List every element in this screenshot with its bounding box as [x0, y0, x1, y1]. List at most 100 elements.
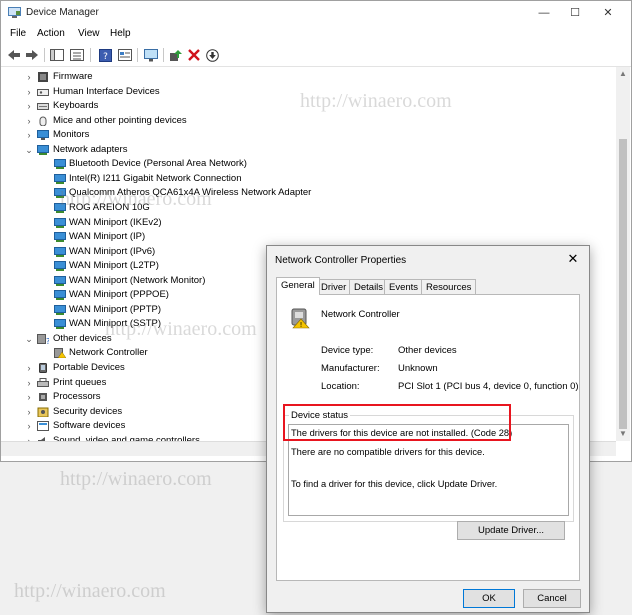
- back-button[interactable]: [6, 47, 22, 63]
- menu-view[interactable]: View: [78, 28, 100, 39]
- vertical-scrollbar[interactable]: ▲ ▼: [616, 67, 630, 441]
- svg-text:?: ?: [46, 337, 49, 344]
- menu-file[interactable]: File: [10, 28, 26, 39]
- tree-item[interactable]: › Firmware: [1, 70, 601, 85]
- monitor-icon: [37, 130, 49, 141]
- update-driver-icon: [170, 49, 182, 61]
- tree-item-label: Bluetooth Device (Personal Area Network): [69, 158, 247, 170]
- tree-item[interactable]: › Human Interface Devices: [1, 85, 601, 100]
- firmware-icon: [38, 72, 48, 82]
- chevron-right-icon[interactable]: ›: [24, 390, 34, 404]
- tree-item-label: WAN Miniport (L2TP): [69, 260, 159, 272]
- device-type-label: Device type:: [321, 345, 374, 356]
- tree-item-label: Firmware: [53, 71, 93, 82]
- watermark-text: http://winaero.com: [60, 468, 212, 490]
- list-view-button[interactable]: [69, 47, 85, 63]
- tab-details[interactable]: Details: [349, 279, 389, 294]
- forward-arrow-icon: [26, 50, 38, 60]
- back-arrow-icon: [8, 50, 20, 60]
- network-adapter-icon: [54, 173, 66, 184]
- tree-item[interactable]: ROG AREION 10G: [1, 201, 601, 216]
- uninstall-device-button[interactable]: [186, 47, 202, 63]
- menu-action[interactable]: Action: [37, 28, 65, 39]
- network-adapter-icon: [54, 217, 66, 228]
- tree-item-label: Monitors: [53, 129, 90, 141]
- tree-item[interactable]: Qualcomm Atheros QCA61x4A Wireless Netwo…: [1, 186, 601, 201]
- forward-button[interactable]: [24, 47, 40, 63]
- dialog-close-button[interactable]: ✕: [563, 250, 583, 268]
- tree-item[interactable]: ⌄ Network adapters: [1, 143, 601, 158]
- chevron-right-icon[interactable]: ›: [24, 434, 34, 441]
- update-driver-toolbar-button[interactable]: [168, 47, 184, 63]
- tree-item[interactable]: WAN Miniport (IP): [1, 230, 601, 245]
- tree-item-label: Print queues: [53, 376, 107, 388]
- device-name: Network Controller: [321, 309, 400, 320]
- tree-item-label: Keyboards: [53, 100, 99, 112]
- network-adapter-icon: [54, 275, 66, 286]
- tree-item-label: WAN Miniport (SSTP): [69, 318, 162, 330]
- chevron-right-icon[interactable]: ›: [24, 114, 34, 128]
- update-driver-button[interactable]: Update Driver...: [457, 521, 565, 540]
- tree-item-label: WAN Miniport (PPPOE): [69, 289, 169, 301]
- tab-general[interactable]: General: [276, 277, 320, 295]
- svg-text:!: !: [300, 321, 303, 329]
- close-button[interactable]: ✕: [593, 4, 623, 22]
- chevron-right-icon[interactable]: ›: [24, 128, 34, 142]
- security-device-icon: [37, 407, 49, 417]
- tree-item[interactable]: › Monitors: [1, 128, 601, 143]
- toolbar: ?: [1, 44, 631, 67]
- chevron-down-icon[interactable]: ⌄: [24, 143, 34, 157]
- dialog-title: Network Controller Properties: [275, 255, 407, 266]
- chevron-right-icon[interactable]: ›: [24, 99, 34, 113]
- network-adapter-icon: [54, 261, 66, 272]
- help-button[interactable]: ?: [97, 47, 113, 63]
- tab-driver[interactable]: Driver: [316, 279, 352, 294]
- tab-events[interactable]: Events: [384, 279, 424, 294]
- list-icon: [70, 49, 84, 61]
- device-manager-icon: [8, 7, 21, 18]
- network-adapter-icon: [54, 304, 66, 315]
- keyboard-icon: [37, 103, 49, 111]
- tree-item[interactable]: Intel(R) I211 Gigabit Network Connection: [1, 172, 601, 187]
- tree-item-label: Security devices: [53, 405, 123, 417]
- tree-item[interactable]: › Keyboards: [1, 99, 601, 114]
- status-line-no-drivers: There are no compatible drivers for this…: [291, 447, 485, 457]
- scan-hardware-button[interactable]: [143, 47, 159, 63]
- tree-item-label: Software devices: [53, 420, 126, 432]
- software-device-icon: [37, 421, 49, 432]
- ok-button[interactable]: OK: [463, 589, 515, 608]
- maximize-button[interactable]: ☐: [560, 4, 590, 22]
- tree-item[interactable]: › Mice and other pointing devices: [1, 114, 601, 129]
- tab-resources[interactable]: Resources: [421, 279, 477, 294]
- unknown-device-warning-icon: !: [291, 308, 310, 329]
- chevron-right-icon[interactable]: ›: [24, 70, 34, 84]
- chevron-down-icon[interactable]: ⌄: [24, 332, 34, 346]
- chevron-right-icon[interactable]: ›: [24, 419, 34, 433]
- network-adapter-icon: [37, 144, 49, 155]
- network-adapter-icon: [54, 202, 66, 213]
- network-adapter-icon: [54, 232, 66, 243]
- show-hide-console-tree-button[interactable]: [49, 47, 65, 63]
- chevron-right-icon[interactable]: ›: [24, 361, 34, 375]
- scroll-up-arrow-icon[interactable]: ▲: [616, 67, 630, 81]
- tree-item[interactable]: WAN Miniport (IKEv2): [1, 216, 601, 231]
- location-label: Location:: [321, 381, 360, 392]
- scroll-down-arrow-icon[interactable]: ▼: [616, 427, 630, 441]
- menu-bar: File Action View Help: [1, 25, 631, 44]
- chevron-right-icon[interactable]: ›: [24, 376, 34, 390]
- tree-item-label: Other devices: [53, 332, 112, 344]
- tree-item-label: Qualcomm Atheros QCA61x4A Wireless Netwo…: [69, 187, 312, 199]
- chevron-right-icon[interactable]: ›: [24, 85, 34, 99]
- tree-item[interactable]: Bluetooth Device (Personal Area Network): [1, 157, 601, 172]
- properties-icon: [118, 49, 132, 61]
- scrollbar-thumb[interactable]: [619, 139, 627, 429]
- title-bar[interactable]: Device Manager — ☐ ✕: [1, 1, 631, 25]
- manufacturer-value: Unknown: [398, 363, 438, 374]
- cancel-button[interactable]: Cancel: [523, 589, 581, 608]
- menu-help[interactable]: Help: [110, 28, 131, 39]
- tree-item-label: ROG AREION 10G: [69, 201, 150, 213]
- disable-device-button[interactable]: [204, 47, 220, 63]
- chevron-right-icon[interactable]: ›: [24, 405, 34, 419]
- properties-button[interactable]: [117, 47, 133, 63]
- minimize-button[interactable]: —: [529, 4, 559, 22]
